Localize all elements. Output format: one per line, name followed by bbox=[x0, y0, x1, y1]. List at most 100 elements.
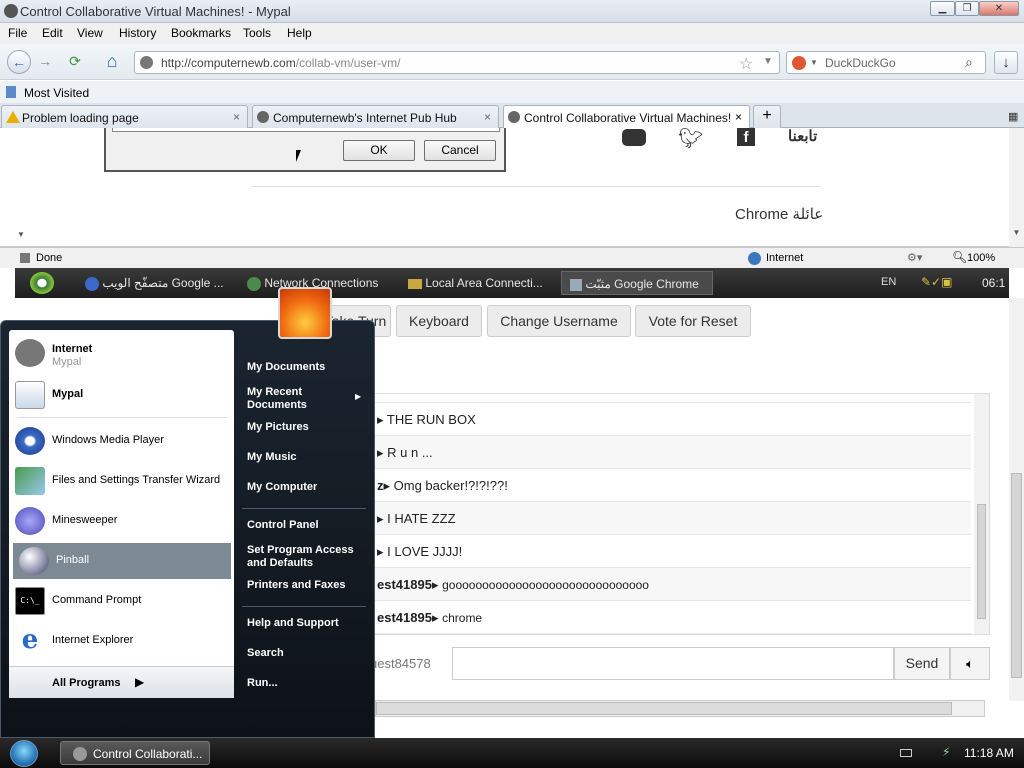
dialog-cancel-button[interactable]: Cancel bbox=[424, 140, 496, 161]
vm-page-scroll-thumb[interactable] bbox=[1011, 473, 1022, 678]
bookmark-star-icon[interactable]: ☆ bbox=[739, 54, 753, 74]
scroll-down-icon[interactable]: ▼ bbox=[1009, 228, 1024, 237]
keyboard-tray-icon[interactable] bbox=[900, 749, 912, 757]
chrome-family-link[interactable]: عائلة Chrome bbox=[735, 205, 823, 223]
vm-task-chrome-browser[interactable]: متصفّح الويب Google ... bbox=[85, 271, 235, 295]
all-programs-button[interactable]: All Programs ▶ bbox=[9, 666, 234, 698]
tab-close-icon[interactable]: × bbox=[233, 110, 240, 124]
start-item-pinball[interactable]: Pinball bbox=[13, 543, 231, 579]
user-picture[interactable] bbox=[278, 287, 332, 339]
most-visited-bookmark[interactable]: Most Visited bbox=[24, 86, 89, 100]
tab-label: Problem loading page bbox=[22, 111, 139, 125]
url-bar[interactable]: http://computernewb.com/collab-vm/user-v… bbox=[134, 51, 780, 74]
url-text[interactable]: http://computernewb.com/collab-vm/user-v… bbox=[161, 56, 400, 70]
vm-language-indicator[interactable]: EN bbox=[881, 276, 896, 288]
send-button[interactable]: Send bbox=[894, 647, 950, 680]
start-item-label: Internet bbox=[52, 343, 93, 355]
start-set-program-access[interactable]: Set Program Access and Defaults bbox=[247, 544, 365, 570]
chat-username-label: uest84578 bbox=[370, 656, 431, 671]
chat-scroll-thumb[interactable] bbox=[977, 504, 986, 619]
maximize-button[interactable]: ❐ bbox=[955, 1, 979, 16]
menu-history[interactable]: History bbox=[119, 26, 156, 40]
tab-close-icon[interactable]: × bbox=[735, 110, 742, 124]
start-my-documents[interactable]: My Documents bbox=[247, 361, 325, 373]
search-icon[interactable]: ⌕ bbox=[965, 54, 973, 71]
youtube-icon[interactable] bbox=[622, 129, 646, 146]
minimize-button[interactable]: ▁ bbox=[930, 1, 955, 16]
menu-file[interactable]: File bbox=[8, 26, 27, 40]
horizontal-scrollbar[interactable] bbox=[375, 700, 985, 717]
vm-start-orb-icon[interactable] bbox=[30, 272, 54, 294]
vm-task-chrome-installer[interactable]: مثبّت Google Chrome bbox=[561, 271, 713, 295]
vm-page-scrollbar[interactable] bbox=[1009, 298, 1024, 701]
start-search[interactable]: Search bbox=[247, 647, 284, 659]
start-item-media-player[interactable]: Windows Media Player bbox=[9, 423, 227, 459]
change-username-button[interactable]: Change Username bbox=[487, 305, 631, 337]
status-text: Done bbox=[36, 252, 63, 264]
start-item-sublabel: Mypal bbox=[52, 356, 82, 368]
start-control-panel[interactable]: Control Panel bbox=[247, 519, 319, 531]
start-my-computer[interactable]: My Computer bbox=[247, 481, 317, 493]
scroll-down-arrow-icon[interactable]: ▼ bbox=[17, 230, 25, 239]
tab-close-icon[interactable]: × bbox=[484, 110, 491, 124]
start-my-pictures[interactable]: My Pictures bbox=[247, 421, 309, 433]
tab-grid-icon[interactable]: ▦ bbox=[1008, 110, 1018, 123]
windows-start-orb-icon[interactable] bbox=[10, 740, 38, 767]
menu-edit[interactable]: Edit bbox=[42, 26, 63, 40]
vote-reset-button[interactable]: Vote for Reset bbox=[635, 305, 751, 337]
speaker-icon[interactable]: 🔈︎ bbox=[950, 647, 990, 680]
tab-problem-loading[interactable]: Problem loading page × bbox=[1, 105, 248, 128]
start-item-internet-explorer[interactable]: e Internet Explorer bbox=[9, 623, 227, 659]
chat-message: est41895▸ gooooooooooooooooooooooooooooo… bbox=[371, 568, 971, 601]
dialog-ok-button[interactable]: OK bbox=[343, 140, 415, 161]
twitter-icon[interactable]: 🐦︎ bbox=[678, 126, 703, 151]
url-dropdown-icon[interactable]: ▼ bbox=[763, 56, 773, 67]
vm-task-local-area[interactable]: Local Area Connecti... bbox=[408, 271, 558, 295]
downloads-button[interactable]: ↓ bbox=[994, 51, 1018, 74]
chat-input[interactable] bbox=[452, 647, 894, 680]
page-scrollbar[interactable]: ▼ bbox=[1009, 128, 1024, 247]
search-engine-dropdown-icon[interactable]: ▼ bbox=[810, 58, 818, 67]
start-item-transfer-wizard[interactable]: Files and Settings Transfer Wizard bbox=[9, 463, 227, 499]
back-button[interactable]: ← bbox=[7, 50, 31, 74]
search-bar[interactable]: ▼ DuckDuckGo ⌕ bbox=[786, 51, 986, 74]
chat-text: ▸ I HATE ZZZ bbox=[377, 511, 456, 526]
menu-view[interactable]: View bbox=[77, 26, 103, 40]
reload-button[interactable]: ⟳ bbox=[63, 50, 87, 74]
facebook-icon[interactable]: f bbox=[737, 128, 755, 146]
zone-settings-icon[interactable]: ⚙▾ bbox=[907, 251, 922, 264]
url-host: http://computernewb.com bbox=[161, 56, 296, 70]
start-printers-faxes[interactable]: Printers and Faxes bbox=[247, 579, 345, 591]
start-my-music[interactable]: My Music bbox=[247, 451, 297, 463]
chat-scrollbar[interactable] bbox=[974, 394, 989, 634]
host-clock[interactable]: 11:18 AM bbox=[964, 746, 1014, 760]
menu-help[interactable]: Help bbox=[287, 26, 312, 40]
start-my-recent-documents[interactable]: My Recent Documents ▶ bbox=[247, 386, 365, 412]
tab-collab-vm[interactable]: Control Collaborative Virtual Machines! … bbox=[503, 105, 750, 128]
keyboard-button[interactable]: Keyboard bbox=[396, 305, 482, 337]
start-item-label: Pinball bbox=[56, 554, 90, 566]
mypal-raccoon-icon bbox=[15, 339, 45, 367]
chat-message-text: I LOVE JJJJ! bbox=[387, 544, 463, 559]
menu-bookmarks[interactable]: Bookmarks bbox=[171, 26, 231, 40]
tab-internet-pub-hub[interactable]: Computernewb's Internet Pub Hub × bbox=[252, 105, 499, 128]
start-item-minesweeper[interactable]: Minesweeper bbox=[9, 503, 227, 539]
zoom-level[interactable]: 100% bbox=[967, 252, 995, 264]
home-button[interactable]: ⌂ bbox=[100, 50, 124, 74]
horizontal-scroll-thumb[interactable] bbox=[376, 702, 952, 715]
start-item-label: Set Program Access bbox=[247, 544, 354, 556]
network-tray-icon[interactable]: ⚡︎ bbox=[942, 745, 950, 759]
start-run[interactable]: Run... bbox=[247, 677, 278, 689]
dialog-input[interactable] bbox=[112, 128, 500, 132]
chat-message-text: R u n ... bbox=[387, 445, 433, 460]
network-icon bbox=[247, 276, 261, 291]
new-tab-button[interactable]: + bbox=[753, 105, 781, 128]
start-item-internet[interactable]: Internet Mypal bbox=[9, 333, 227, 377]
close-button[interactable]: ✕ bbox=[979, 1, 1019, 16]
host-task-mypal[interactable]: Control Collaborati... bbox=[60, 741, 210, 765]
start-help-support[interactable]: Help and Support bbox=[247, 617, 339, 629]
start-item-email[interactable]: Mypal bbox=[9, 377, 227, 413]
forward-button[interactable]: → bbox=[33, 50, 57, 74]
start-item-command-prompt[interactable]: C:\_ Command Prompt bbox=[9, 583, 227, 619]
menu-tools[interactable]: Tools bbox=[243, 26, 271, 40]
